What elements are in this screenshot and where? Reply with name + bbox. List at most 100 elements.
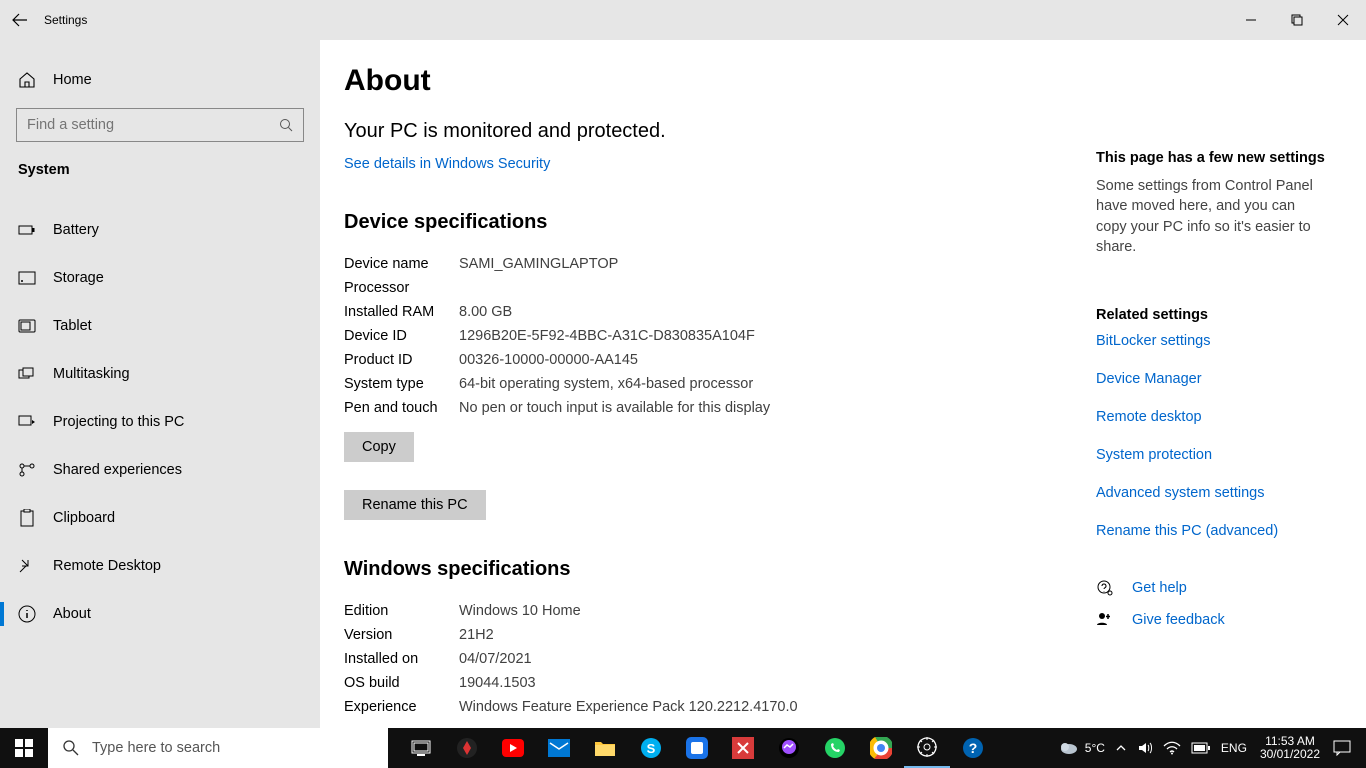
gear-icon [916,736,938,758]
spec-val: No pen or touch input is available for t… [459,396,770,420]
sidebar-section-label: System [0,156,320,206]
tray-volume[interactable] [1132,728,1158,768]
spec-key: Processor [344,276,459,300]
taskbar-app-whatsapp[interactable] [812,728,858,768]
spec-key: Experience [344,695,459,719]
link-give-feedback[interactable]: Give feedback [1132,612,1225,628]
sidebar-item-label: Storage [53,270,104,286]
spec-val: Windows Feature Experience Pack 120.2212… [459,695,798,719]
taskbar-app-explorer[interactable] [582,728,628,768]
messenger-icon [778,737,800,759]
skype-icon: S [640,737,662,759]
link-rename-advanced[interactable]: Rename this PC (advanced) [1096,523,1326,539]
taskbar-app-youtube[interactable] [490,728,536,768]
sidebar-home[interactable]: Home [0,56,320,104]
spec-val: 19044.1503 [459,671,798,695]
clipboard-icon [18,509,36,527]
spec-val [459,276,770,300]
minimize-button[interactable] [1228,0,1274,40]
sidebar-item-label: Projecting to this PC [53,414,184,430]
spec-key: Device name [344,252,459,276]
find-setting-search[interactable] [16,108,304,142]
maximize-icon [1291,14,1303,26]
sidebar-item-projecting[interactable]: Projecting to this PC [0,398,320,446]
folder-icon [594,739,616,757]
taskbar-app-3[interactable] [720,728,766,768]
taskbar-search[interactable]: Type here to search [48,728,388,768]
remote-desktop-icon [18,557,36,575]
taskbar-app-skype[interactable]: S [628,728,674,768]
sidebar-item-label: Shared experiences [53,462,182,478]
sidebar-item-clipboard[interactable]: Clipboard [0,494,320,542]
sidebar-item-label: Battery [53,222,99,238]
battery-icon [1191,742,1211,754]
sidebar-item-storage[interactable]: Storage [0,254,320,302]
page-title: About [344,64,1366,98]
start-button[interactable] [0,728,48,768]
sidebar-item-multitasking[interactable]: Multitasking [0,350,320,398]
help-icon: ? [962,737,984,759]
feedback-icon [1096,611,1114,629]
taskbar-pinned: S ? [398,728,996,768]
link-advanced-system[interactable]: Advanced system settings [1096,485,1326,501]
titlebar: Settings [0,0,1366,40]
home-icon [18,71,36,89]
sidebar-item-battery[interactable]: Battery [0,206,320,254]
sidebar-item-shared[interactable]: Shared experiences [0,446,320,494]
tray-battery[interactable] [1186,728,1216,768]
link-bitlocker[interactable]: BitLocker settings [1096,333,1326,349]
rail-related-title: Related settings [1096,307,1326,323]
taskbar-app-settings[interactable] [904,728,950,768]
app-icon [456,737,478,759]
tray-weather[interactable]: 5°C [1054,728,1110,768]
back-button[interactable] [0,0,40,40]
task-view-button[interactable] [398,728,444,768]
taskbar-app-chrome[interactable] [858,728,904,768]
maximize-button[interactable] [1274,0,1320,40]
spec-key: Installed RAM [344,300,459,324]
svg-text:?: ? [969,740,978,756]
windows-icon [15,739,33,757]
app-icon [686,737,708,759]
sidebar-item-remote-desktop[interactable]: Remote Desktop [0,542,320,590]
search-input[interactable] [27,117,277,133]
whatsapp-icon [824,737,846,759]
taskbar-app-1[interactable] [444,728,490,768]
link-device-manager[interactable]: Device Manager [1096,371,1326,387]
tray-language[interactable]: ENG [1216,728,1252,768]
link-get-help[interactable]: Get help [1132,580,1187,596]
tray-date: 30/01/2022 [1260,748,1320,761]
close-icon [1337,14,1349,26]
search-icon [279,118,293,132]
copy-button[interactable]: Copy [344,432,414,462]
sidebar-item-about[interactable]: About [0,590,320,638]
spec-key: System type [344,372,459,396]
task-view-icon [411,740,431,756]
rename-pc-button[interactable]: Rename this PC [344,490,486,520]
sidebar-item-tablet[interactable]: Tablet [0,302,320,350]
taskbar-app-messenger[interactable] [766,728,812,768]
tray-overflow[interactable] [1110,728,1132,768]
sidebar-home-label: Home [53,72,92,88]
tray-action-center[interactable] [1328,728,1356,768]
tray-clock[interactable]: 11:53 AM 30/01/2022 [1252,728,1328,768]
windows-security-link[interactable]: See details in Windows Security [344,156,550,172]
chevron-up-icon [1115,742,1127,754]
show-desktop[interactable] [1356,728,1366,768]
spec-key: OS build [344,671,459,695]
taskbar-app-2[interactable] [674,728,720,768]
taskbar-app-mail[interactable] [536,728,582,768]
storage-icon [18,269,36,287]
notification-icon [1333,740,1351,756]
youtube-icon [502,739,524,757]
multitasking-icon [18,365,36,383]
link-remote-desktop[interactable]: Remote desktop [1096,409,1326,425]
tray-wifi[interactable] [1158,728,1186,768]
weather-temp: 5°C [1085,741,1105,755]
spec-val: SAMI_GAMINGLAPTOP [459,252,770,276]
spec-key: Pen and touch [344,396,459,420]
taskbar-app-help[interactable]: ? [950,728,996,768]
spec-key: Installed on [344,647,459,671]
link-system-protection[interactable]: System protection [1096,447,1326,463]
close-button[interactable] [1320,0,1366,40]
